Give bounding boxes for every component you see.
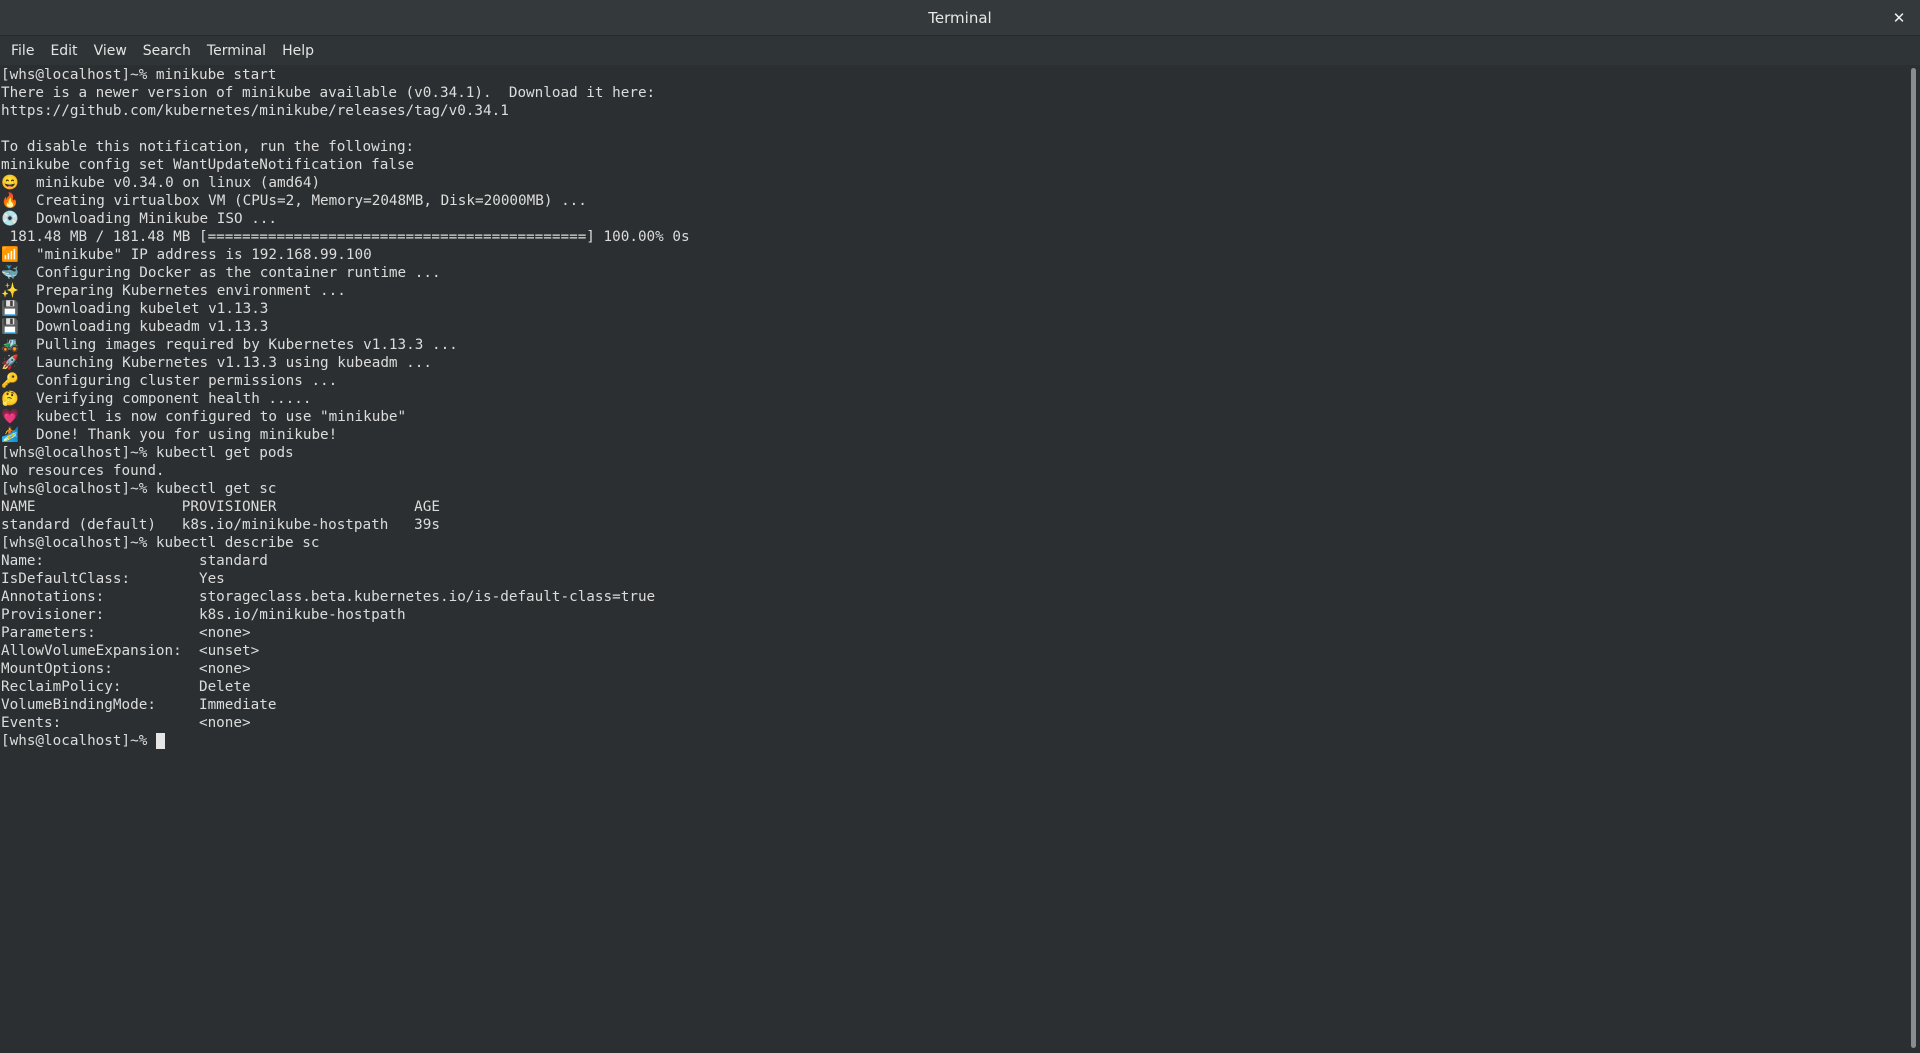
terminal-line: There is a newer version of minikube ava… [1, 85, 656, 101]
terminal-line: IsDefaultClass: Yes [1, 571, 225, 587]
close-button[interactable]: ✕ [1888, 7, 1910, 29]
terminal-line: NAME PROVISIONER AGE [1, 499, 440, 515]
menu-bar: File Edit View Search Terminal Help [0, 36, 1920, 65]
terminal-line: 🐳 Configuring Docker as the container ru… [1, 265, 441, 281]
terminal-line: 💾 Downloading kubelet v1.13.3 [1, 301, 269, 317]
terminal-output[interactable]: [whs@localhost]~% minikube start There is… [0, 65, 1908, 1053]
menu-view[interactable]: View [87, 40, 134, 62]
terminal-line: https://github.com/kubernetes/minikube/r… [1, 103, 509, 119]
terminal-line: To disable this notification, run the fo… [1, 139, 415, 155]
terminal-line: 🤔 Verifying component health ..... [1, 391, 312, 407]
terminal-line: ReclaimPolicy: Delete [1, 679, 251, 695]
window-title: Terminal [928, 9, 992, 27]
terminal-line: No resources found. [1, 463, 165, 479]
menu-edit[interactable]: Edit [43, 40, 84, 62]
terminal-line: Annotations: storageclass.beta.kubernete… [1, 589, 656, 605]
terminal-line: 🚜 Pulling images required by Kubernetes … [1, 337, 458, 353]
prompt-text: [whs@localhost]~% [1, 733, 156, 749]
terminal-line: MountOptions: <none> [1, 661, 251, 677]
current-prompt-line[interactable]: [whs@localhost]~% [1, 732, 690, 750]
terminal-line: [whs@localhost]~% kubectl get sc [1, 481, 277, 497]
terminal-line: 💾 Downloading kubeadm v1.13.3 [1, 319, 269, 335]
title-bar[interactable]: Terminal ✕ [0, 0, 1920, 36]
terminal-line: 😄 minikube v0.34.0 on linux (amd64) [1, 175, 321, 191]
terminal-line: 🔥 Creating virtualbox VM (CPUs=2, Memory… [1, 193, 587, 209]
terminal-lines: [whs@localhost]~% minikube start There is… [1, 66, 690, 750]
terminal-line: Name: standard [1, 553, 268, 569]
text-cursor [155, 733, 165, 749]
menu-search[interactable]: Search [136, 40, 198, 62]
terminal-line: standard (default) k8s.io/minikube-hostp… [1, 517, 440, 533]
terminal-line: 🚀 Launching Kubernetes v1.13.3 using kub… [1, 355, 432, 371]
scrollbar[interactable] [1908, 65, 1920, 1053]
terminal-window: Terminal ✕ File Edit View Search Termina… [0, 0, 1920, 1053]
terminal-line: 📶 "minikube" IP address is 192.168.99.10… [1, 247, 372, 263]
scrollbar-thumb[interactable] [1911, 68, 1916, 1048]
menu-file[interactable]: File [4, 40, 41, 62]
terminal-line: Provisioner: k8s.io/minikube-hostpath [1, 607, 406, 623]
terminal-line: [whs@localhost]~% kubectl get pods [1, 445, 294, 461]
menu-help[interactable]: Help [275, 40, 321, 62]
terminal-line: Parameters: <none> [1, 625, 251, 641]
terminal-line: [whs@localhost]~% minikube start [1, 67, 277, 83]
terminal-line: ✨ Preparing Kubernetes environment ... [1, 283, 346, 299]
terminal-line: Events: <none> [1, 715, 251, 731]
menu-terminal[interactable]: Terminal [200, 40, 273, 62]
terminal-line: 💗 kubectl is now configured to use "mini… [1, 409, 407, 425]
terminal-line: AllowVolumeExpansion: <unset> [1, 643, 260, 659]
terminal-line: minikube config set WantUpdateNotificati… [1, 157, 415, 173]
terminal-line: 🏄 Done! Thank you for using minikube! [1, 427, 338, 443]
terminal-line: 181.48 MB / 181.48 MB [=================… [1, 229, 690, 245]
terminal-line: [whs@localhost]~% kubectl describe sc [1, 535, 320, 551]
terminal-line: VolumeBindingMode: Immediate [1, 697, 277, 713]
terminal-line: 🔑 Configuring cluster permissions ... [1, 373, 338, 389]
terminal-line: 💿 Downloading Minikube ISO ... [1, 211, 278, 227]
